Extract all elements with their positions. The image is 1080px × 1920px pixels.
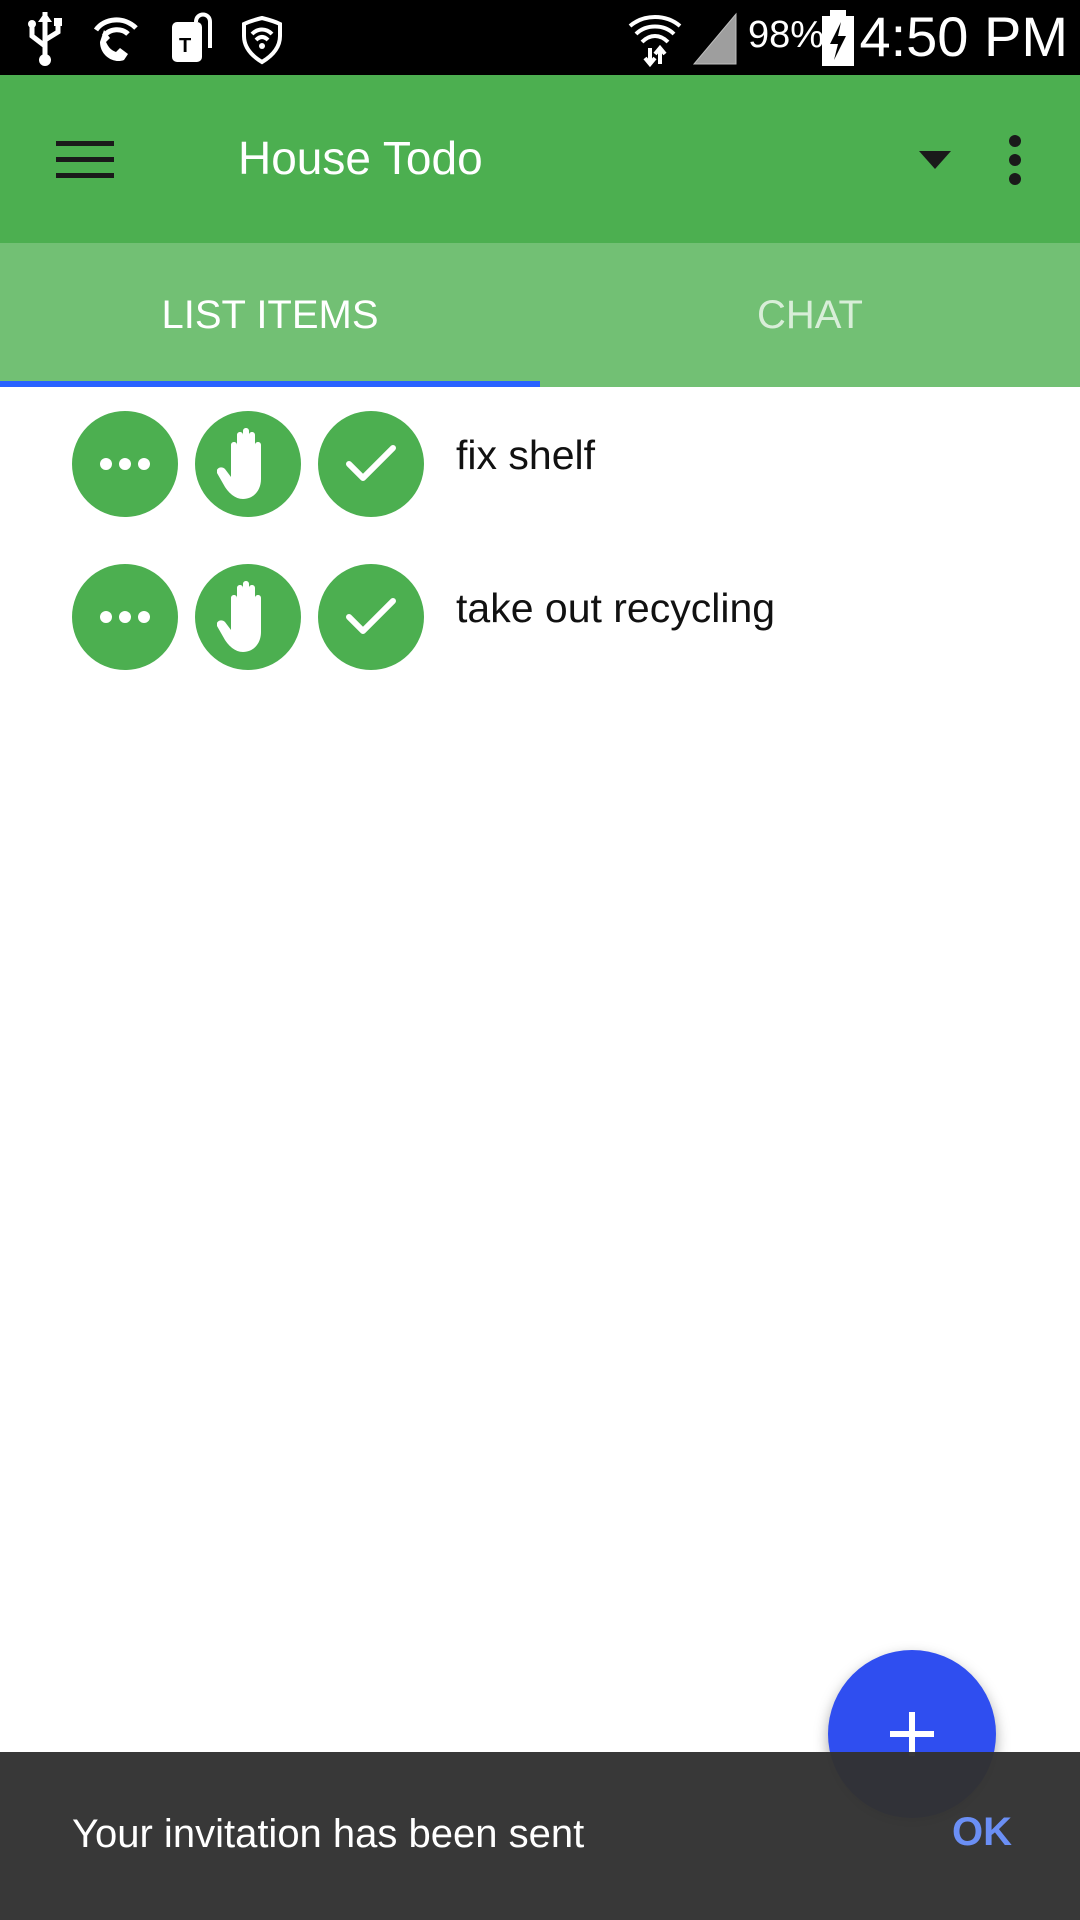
item-claim-button[interactable] (195, 564, 301, 670)
status-bar: T 98% 4:50 PM (0, 0, 1080, 75)
list-item: take out recycling (0, 540, 1080, 690)
list-switcher-dropdown[interactable] (900, 135, 970, 185)
item-more-button[interactable] (72, 564, 178, 670)
usb-icon (28, 12, 62, 66)
check-icon (346, 598, 396, 634)
snackbar: Your invitation has been sent OK (0, 1752, 1080, 1920)
item-more-button[interactable] (72, 411, 178, 517)
tmobile-tag-icon: T (172, 12, 212, 62)
shield-wifi-icon (242, 15, 282, 65)
page-title: House Todo (238, 132, 483, 184)
battery-charging-icon (822, 10, 854, 66)
item-complete-button[interactable] (318, 411, 424, 517)
more-icon (100, 458, 150, 470)
battery-percent: 98% (748, 14, 825, 56)
item-complete-button[interactable] (318, 564, 424, 670)
item-claim-button[interactable] (195, 411, 301, 517)
dropdown-arrow-icon (919, 151, 951, 169)
clock: 4:50 PM (859, 5, 1068, 68)
snackbar-ok-button[interactable]: OK (952, 1810, 1012, 1855)
list-item: fix shelf (0, 387, 1080, 537)
tab-list-items[interactable]: LIST ITEMS (0, 243, 540, 387)
menu-button[interactable] (40, 125, 130, 195)
overflow-menu-button[interactable] (990, 120, 1040, 200)
app-bar: House Todo (0, 75, 1080, 243)
hand-icon (217, 581, 261, 652)
hamburger-menu-icon (56, 141, 114, 178)
screen: T 98% 4:50 PM House Todo LIST ITEMS CHAT… (0, 0, 1080, 1920)
tab-chat[interactable]: CHAT (540, 243, 1080, 387)
hand-icon (217, 428, 261, 499)
more-icon (100, 611, 150, 623)
overflow-menu-icon (1009, 135, 1021, 185)
check-icon (346, 445, 396, 481)
item-label[interactable]: fix shelf (456, 432, 595, 479)
snackbar-message: Your invitation has been sent (72, 1812, 585, 1856)
wifi-calling-icon (93, 17, 138, 62)
cell-signal-icon (692, 12, 737, 65)
item-label[interactable]: take out recycling (456, 585, 775, 632)
svg-text:T: T (179, 35, 191, 57)
wifi-signal-icon (628, 15, 682, 68)
tab-bar: LIST ITEMS CHAT (0, 243, 1080, 387)
plus-icon (890, 1712, 934, 1756)
